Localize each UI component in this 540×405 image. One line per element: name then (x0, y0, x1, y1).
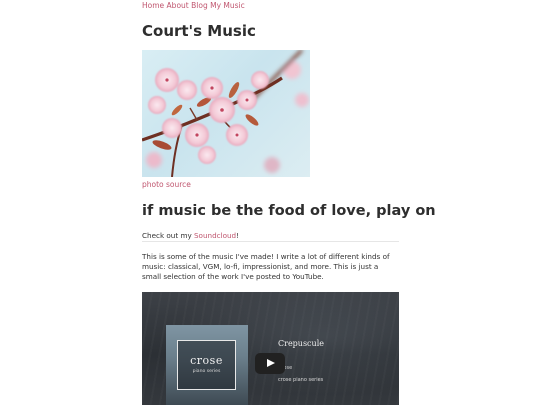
nav-link-home[interactable]: Home (142, 1, 164, 10)
play-icon[interactable] (255, 353, 285, 374)
hero-image-cherry-blossoms (142, 50, 310, 177)
nav-link-blog[interactable]: Blog (191, 1, 208, 10)
album-cover-subtitle: piano series (192, 369, 221, 374)
callout-prefix: Check out my (142, 231, 194, 240)
nav-link-about[interactable]: About (167, 1, 189, 10)
video-series: crose piano series (278, 377, 324, 383)
music-description: This is some of the music I've made! I w… (142, 252, 390, 282)
album-cover-frame: crose piano series (177, 340, 236, 390)
soundcloud-link[interactable]: Soundcloud (194, 231, 236, 240)
nav-link-my-music[interactable]: My Music (210, 1, 245, 10)
site-title: Court's Music (142, 22, 256, 40)
video-track-title: Crepuscule (278, 339, 324, 348)
callout-suffix: ! (236, 231, 239, 240)
youtube-video-embed[interactable]: crose piano series Crepuscule Crose cros… (142, 292, 399, 405)
soundcloud-callout: Check out my Soundcloud! (142, 231, 239, 240)
section-heading: if music be the food of love, play on (142, 203, 436, 219)
photo-source-link[interactable]: photo source (142, 180, 191, 189)
top-nav: Home About Blog My Music (142, 1, 245, 10)
album-cover-thumbnail: crose piano series (166, 325, 248, 405)
album-cover-title: crose (190, 354, 223, 367)
cherry-blossom-photo (142, 50, 309, 177)
divider (142, 241, 399, 242)
